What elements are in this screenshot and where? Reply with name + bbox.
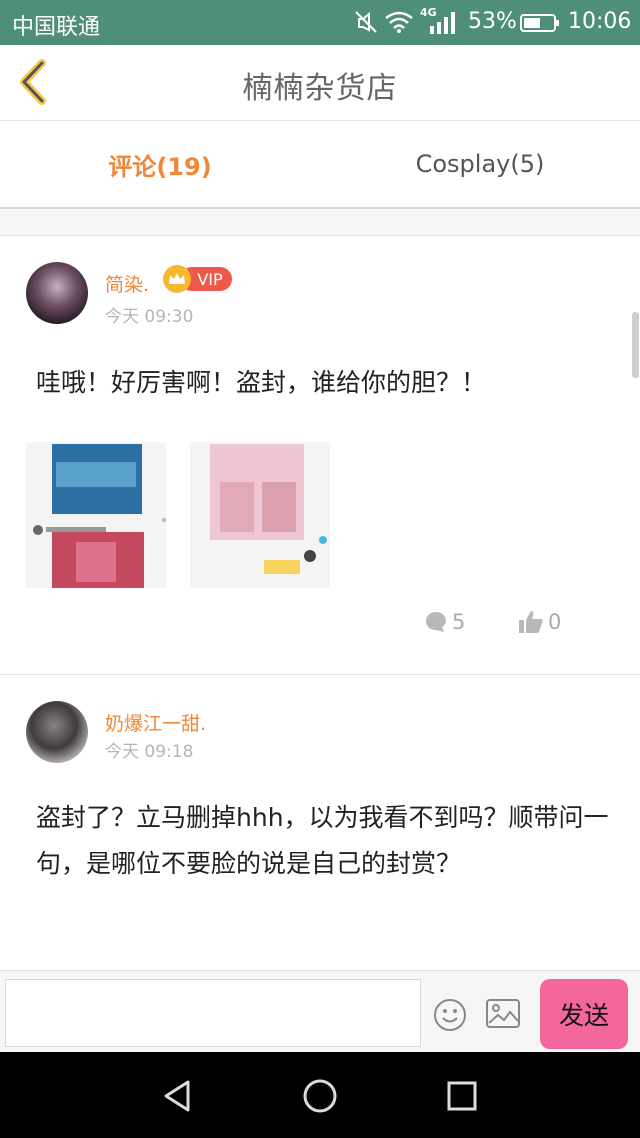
mute-icon xyxy=(355,11,377,33)
crown-icon xyxy=(163,265,191,293)
comment-item: 奶爆江一甜. 今天 09:18 盗封了？立马删掉hhh，以为我看不到吗？顺带问一… xyxy=(0,675,640,969)
recents-square-icon[interactable] xyxy=(442,1076,482,1116)
page-title: 楠楠杂货店 xyxy=(242,71,398,106)
username[interactable]: 奶爆江一甜. xyxy=(105,709,206,736)
section-gap xyxy=(0,209,640,236)
status-bar: 中国联通 4G 53% 10:06 xyxy=(0,0,640,45)
tab-bar: 评论(19) Cosplay(5) xyxy=(0,121,640,209)
tab-comments[interactable]: 评论(19) xyxy=(0,121,320,207)
thumbs-up-icon xyxy=(519,611,543,633)
avatar[interactable] xyxy=(26,701,88,763)
signal-icon xyxy=(430,12,455,34)
vip-badge: VIP xyxy=(162,264,232,294)
comment-count[interactable]: 5 xyxy=(424,610,465,634)
scrollbar[interactable] xyxy=(632,312,639,378)
comment-image-thumbnail[interactable] xyxy=(190,442,330,588)
like-count-label: 0 xyxy=(548,610,562,634)
image-icon[interactable] xyxy=(485,997,521,1031)
back-triangle-icon[interactable] xyxy=(158,1076,198,1116)
username[interactable]: 简染. xyxy=(105,270,149,297)
emoji-icon[interactable] xyxy=(432,997,468,1033)
system-nav-bar xyxy=(0,1052,640,1138)
avatar[interactable] xyxy=(26,262,88,324)
battery-icon xyxy=(520,14,559,32)
comment-count-label: 5 xyxy=(452,610,466,634)
wifi-icon xyxy=(385,11,413,33)
comment-text: 盗封了？立马删掉hhh，以为我看不到吗？顺带问一句，是哪位不要脸的说是自己的封赏… xyxy=(36,803,609,878)
like-count[interactable]: 0 xyxy=(518,610,561,634)
comment-item: 简染. VIP 今天 09:30 哇哦！好厉害啊！盗封，谁给你的胆？！ 5 0 xyxy=(0,236,640,674)
comment-time: 今天 09:18 xyxy=(105,742,194,762)
comment-input-bar: 发送 xyxy=(0,970,640,1053)
comment-time: 今天 09:30 xyxy=(105,307,194,327)
header: 楠楠杂货店 xyxy=(0,45,640,121)
comment-input[interactable] xyxy=(5,979,421,1047)
carrier-label: 中国联通 xyxy=(12,15,101,40)
send-button[interactable]: 发送 xyxy=(540,979,628,1049)
home-circle-icon[interactable] xyxy=(300,1076,340,1116)
tab-cosplay[interactable]: Cosplay(5) xyxy=(320,121,640,207)
comment-text: 哇哦！好厉害啊！盗封，谁给你的胆？！ xyxy=(36,368,487,397)
cover-thumbnail-1 xyxy=(26,442,166,588)
cover-thumbnail-2 xyxy=(190,442,330,588)
chat-bubble-icon xyxy=(426,612,446,632)
clock: 10:06 xyxy=(568,9,632,34)
comment-image-thumbnail[interactable] xyxy=(26,442,166,588)
battery-percent: 53% xyxy=(468,9,517,34)
